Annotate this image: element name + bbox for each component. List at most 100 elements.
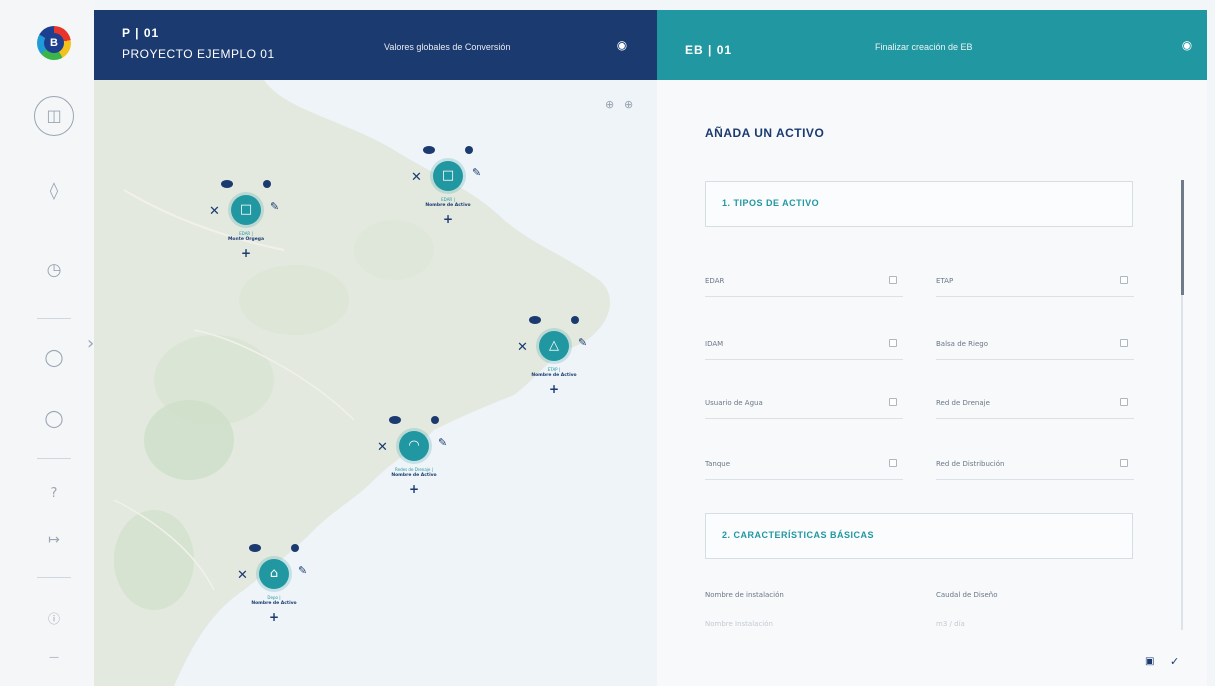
scrollbar-thumb[interactable]: [1181, 180, 1184, 295]
asset-option[interactable]: Tanque: [705, 456, 903, 480]
option-checkbox[interactable]: [889, 398, 897, 406]
pencil-icon[interactable]: ✎: [472, 166, 481, 179]
option-label: Balsa de Riego: [936, 340, 989, 348]
eye-icon[interactable]: ◉: [1179, 37, 1195, 53]
eye-icon[interactable]: [221, 180, 233, 188]
finish-eb-link[interactable]: Finalizar creación de EB: [875, 42, 973, 52]
global-conversion-link[interactable]: Valores globales de Conversión: [384, 42, 510, 52]
map-marker[interactable]: ✕ ◠ ✎ Redes de Drenaje | Nombre de Activ…: [372, 416, 472, 526]
document-icon[interactable]: □: [433, 161, 463, 191]
option-checkbox[interactable]: [889, 276, 897, 284]
paint-icon[interactable]: [571, 316, 579, 324]
map-marker[interactable]: ✕ □ ✎ EDAR | Nombre de Activo +: [406, 146, 506, 256]
eye-icon[interactable]: ◉: [614, 37, 630, 53]
section-basic-features[interactable]: 2. CARACTERÍSTICAS BÁSICAS: [705, 513, 1133, 559]
map-marker[interactable]: ✕ □ ✎ EDAR | Monte Orgega +: [204, 180, 304, 290]
option-label: Red de Distribución: [936, 460, 1005, 468]
pencil-icon[interactable]: ✎: [578, 336, 587, 349]
close-icon[interactable]: ✕: [209, 204, 220, 219]
marker-name: Nombre de Activo: [531, 373, 577, 378]
option-checkbox[interactable]: [889, 339, 897, 347]
option-label: Tanque: [705, 460, 731, 468]
eye-icon[interactable]: [423, 146, 435, 154]
map-view[interactable]: ⊕ ⊕ ✕ □ ✎ EDAR | Monte Orgega + ✕ □ ✎ ED…: [94, 80, 657, 686]
project-code: P | 01: [122, 26, 160, 40]
marker-name: Nombre de Activo: [425, 203, 471, 208]
check-icon[interactable]: ✓: [1170, 655, 1179, 668]
layers-icon[interactable]: ◊: [41, 178, 67, 204]
option-label: Red de Drenaje: [936, 399, 990, 407]
asset-option[interactable]: Red de Distribución: [936, 456, 1134, 480]
users-icon[interactable]: ◯: [41, 406, 67, 432]
eb-header: EB | 01 Finalizar creación de EB ◉: [657, 10, 1207, 80]
field-label: Caudal de Diseño: [936, 591, 998, 599]
more-icon[interactable]: —: [41, 645, 67, 671]
close-icon[interactable]: ✕: [377, 440, 388, 455]
add-icon[interactable]: +: [549, 382, 559, 396]
design-flow-input[interactable]: m3 / día: [936, 620, 965, 628]
asset-option[interactable]: ETAP: [936, 273, 1134, 297]
save-icon[interactable]: ▣: [1145, 656, 1154, 667]
sidebar-divider: [37, 458, 71, 459]
close-icon[interactable]: ✕: [517, 340, 528, 355]
marker-type: ETAP |: [547, 367, 561, 372]
help-icon[interactable]: ?: [41, 481, 67, 507]
eye-icon[interactable]: [529, 316, 541, 324]
user-icon[interactable]: ◯: [41, 345, 67, 371]
add-icon[interactable]: +: [269, 610, 279, 624]
section-title: 1. TIPOS DE ACTIVO: [722, 198, 820, 208]
tank-icon[interactable]: ⌂: [259, 559, 289, 589]
eye-icon[interactable]: [389, 416, 401, 424]
installation-name-input[interactable]: Nombre Instalación: [705, 620, 773, 628]
option-label: ETAP: [936, 277, 954, 285]
sidebar: B ◫ ◊ ◷ ◯ ◯ ? ↦ ⓘ —: [0, 0, 94, 686]
marker-name: Nombre de Activo: [251, 601, 297, 606]
gauge-icon[interactable]: ◷: [41, 257, 67, 283]
drop-icon[interactable]: △: [539, 331, 569, 361]
asset-option[interactable]: Balsa de Riego: [936, 336, 1134, 360]
logout-icon[interactable]: ↦: [41, 527, 67, 553]
panel-title: AÑADA UN ACTIVO: [705, 126, 825, 140]
marker-type: Depo |: [267, 595, 281, 600]
asset-option[interactable]: Red de Drenaje: [936, 395, 1134, 419]
app-logo[interactable]: B: [37, 26, 71, 60]
add-icon[interactable]: +: [241, 246, 251, 260]
database-icon[interactable]: ◫: [34, 96, 74, 136]
add-icon[interactable]: +: [443, 212, 453, 226]
eye-icon[interactable]: [249, 544, 261, 552]
dome-icon[interactable]: ◠: [399, 431, 429, 461]
marker-name: Nombre de Activo: [391, 473, 437, 478]
paint-icon[interactable]: [465, 146, 473, 154]
info-icon[interactable]: ⓘ: [41, 606, 67, 632]
option-checkbox[interactable]: [889, 459, 897, 467]
close-icon[interactable]: ✕: [237, 568, 248, 583]
option-checkbox[interactable]: [1120, 276, 1128, 284]
project-name: PROYECTO EJEMPLO 01: [122, 47, 275, 61]
pencil-icon[interactable]: ✎: [298, 564, 307, 577]
pencil-icon[interactable]: ✎: [438, 436, 447, 449]
map-marker[interactable]: ✕ ⌂ ✎ Depo | Nombre de Activo +: [232, 544, 332, 654]
eb-code: EB | 01: [685, 43, 733, 57]
map-marker[interactable]: ✕ △ ✎ ETAP | Nombre de Activo +: [512, 316, 612, 426]
document-icon[interactable]: □: [231, 195, 261, 225]
paint-icon[interactable]: [431, 416, 439, 424]
option-label: IDAM: [705, 340, 724, 348]
option-checkbox[interactable]: [1120, 339, 1128, 347]
section-asset-types[interactable]: 1. TIPOS DE ACTIVO: [705, 181, 1133, 227]
logo-letter: B: [44, 33, 64, 53]
zoom-out-icon[interactable]: ⊕: [605, 98, 614, 111]
option-checkbox[interactable]: [1120, 398, 1128, 406]
section-title: 2. CARACTERÍSTICAS BÁSICAS: [722, 530, 875, 540]
asset-option[interactable]: EDAR: [705, 273, 903, 297]
asset-option[interactable]: Usuario de Agua: [705, 395, 903, 419]
paint-icon[interactable]: [291, 544, 299, 552]
paint-icon[interactable]: [263, 180, 271, 188]
marker-type: EDAR |: [441, 197, 455, 202]
zoom-in-icon[interactable]: ⊕: [624, 98, 633, 111]
pencil-icon[interactable]: ✎: [270, 200, 279, 213]
asset-option[interactable]: IDAM: [705, 336, 903, 360]
project-header: P | 01 PROYECTO EJEMPLO 01 Valores globa…: [94, 10, 657, 80]
add-icon[interactable]: +: [409, 482, 419, 496]
option-checkbox[interactable]: [1120, 459, 1128, 467]
close-icon[interactable]: ✕: [411, 170, 422, 185]
